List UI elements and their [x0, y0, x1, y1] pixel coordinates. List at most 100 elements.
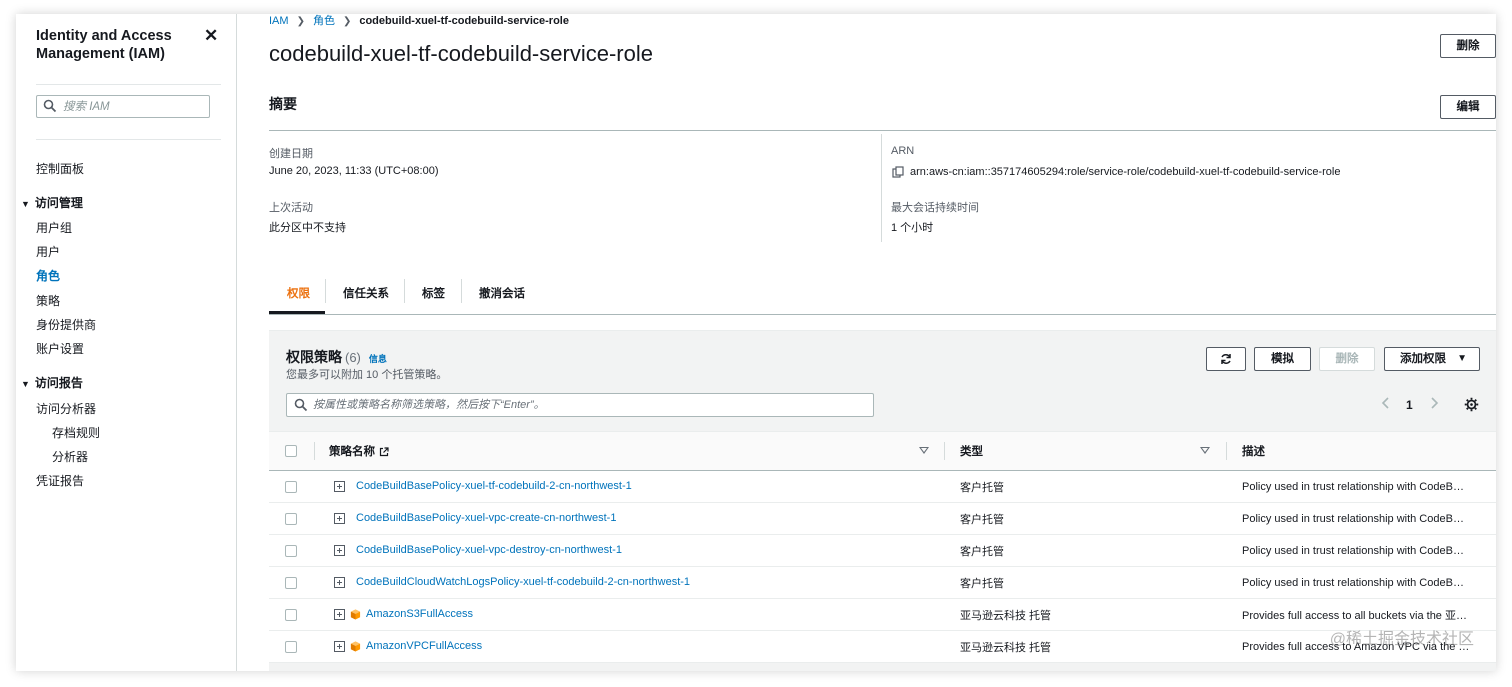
select-cell [269, 566, 314, 599]
breadcrumb-roles[interactable]: 角色 [313, 15, 335, 27]
expand-icon[interactable] [334, 641, 345, 653]
main-content: IAM ❯ 角色 ❯ codebuild-xuel-tf-codebuild-servi… [237, 14, 1496, 671]
arn-label: ARN [891, 145, 915, 157]
add-permissions-button[interactable]: 添加权限 ▼ [1384, 347, 1480, 371]
chevron-right-icon: ❯ [296, 16, 305, 27]
sidebar-title: Identity and Access Management (IAM) [36, 28, 172, 62]
iam-console-window: Identity and Access Management (IAM) ✕ 控… [16, 14, 1496, 671]
policies-table: 策略名称 类型 描述 CodeBuildBasePolicy-xuel-tf-c… [269, 431, 1496, 663]
policy-type-cell: 亚马逊云科技 托管 [944, 598, 1226, 631]
nav-archive-rules[interactable]: 存档规则 [52, 424, 100, 441]
policy-link[interactable]: CodeBuildBasePolicy-xuel-vpc-destroy-cn-… [356, 545, 622, 557]
policy-link[interactable]: CodeBuildCloudWatchLogsPolicy-xuel-tf-co… [356, 577, 690, 589]
created-value: June 20, 2023, 11:33 (UTC+08:00) [269, 165, 439, 177]
divider [944, 442, 945, 460]
refresh-button[interactable] [1206, 347, 1246, 371]
divider [269, 130, 1496, 131]
sort-icon[interactable] [919, 447, 929, 454]
sidebar: Identity and Access Management (IAM) ✕ 控… [16, 14, 237, 671]
sidebar-search-input[interactable] [63, 98, 203, 115]
expand-icon[interactable] [334, 577, 345, 589]
table-header-row: 策略名称 类型 描述 [269, 431, 1496, 471]
created-label: 创建日期 [269, 148, 313, 160]
policy-type-cell: 客户托管 [944, 470, 1226, 503]
nav-section-access-reports[interactable]: ▼ 访问报告 [21, 374, 83, 391]
delete-role-button[interactable]: 删除 [1440, 34, 1496, 58]
policy-link[interactable]: CodeBuildBasePolicy-xuel-tf-codebuild-2-… [356, 481, 632, 493]
divider [325, 279, 326, 303]
policy-filter-input[interactable] [313, 397, 863, 413]
tab-trust-relationships[interactable]: 信任关系 [343, 285, 389, 301]
edit-button[interactable]: 编辑 [1440, 95, 1496, 119]
copy-icon[interactable] [892, 166, 904, 178]
policies-subtitle: 您最多可以附加 10 个托管策略。 [286, 369, 448, 381]
policy-type: 客户托管 [960, 545, 1004, 558]
page-number[interactable]: 1 [1406, 398, 1413, 412]
policy-type: 亚马逊云科技 托管 [960, 641, 1052, 654]
chevron-right-icon[interactable] [1427, 395, 1441, 411]
info-link[interactable]: 信息 [369, 354, 387, 364]
breadcrumb: IAM ❯ 角色 ❯ codebuild-xuel-tf-codebuild-servi… [269, 14, 569, 28]
row-checkbox[interactable] [285, 608, 297, 621]
expand-icon[interactable] [334, 481, 345, 493]
nav-section-access-management[interactable]: ▼ 访问管理 [21, 194, 83, 211]
row-checkbox[interactable] [285, 576, 297, 589]
expand-icon[interactable] [334, 545, 345, 557]
policy-link[interactable]: CodeBuildBasePolicy-xuel-vpc-create-cn-n… [356, 513, 616, 525]
row-checkbox[interactable] [285, 544, 297, 557]
column-description[interactable]: 描述 [1226, 431, 1496, 471]
divider [881, 134, 882, 242]
sort-icon[interactable] [1200, 447, 1210, 454]
policy-type: 亚马逊云科技 托管 [960, 609, 1052, 622]
row-checkbox[interactable] [285, 480, 297, 493]
policy-filter[interactable] [286, 393, 874, 417]
nav-account-settings[interactable]: 账户设置 [36, 340, 84, 357]
caret-down-icon: ▼ [21, 199, 30, 209]
divider [461, 279, 462, 303]
nav-credential-report[interactable]: 凭证报告 [36, 472, 84, 489]
nav-users[interactable]: 用户 [36, 243, 60, 260]
policy-type-cell: 客户托管 [944, 566, 1226, 599]
column-type-label: 类型 [960, 446, 983, 458]
row-checkbox[interactable] [285, 512, 297, 525]
nav-analyzers[interactable]: 分析器 [52, 448, 88, 465]
remove-button[interactable]: 删除 [1319, 347, 1375, 371]
nav-dashboard[interactable]: 控制面板 [36, 160, 84, 177]
simulate-button[interactable]: 模拟 [1254, 347, 1311, 371]
policy-link[interactable]: AmazonVPCFullAccess [366, 641, 482, 653]
table-row: CodeBuildCloudWatchLogsPolicy-xuel-tf-co… [269, 566, 1496, 599]
column-type[interactable]: 类型 [944, 431, 1226, 471]
expand-icon[interactable] [334, 609, 345, 621]
chevron-left-icon[interactable] [1379, 395, 1393, 411]
expand-icon[interactable] [334, 513, 345, 525]
tab-permissions[interactable]: 权限 [287, 285, 310, 301]
nav-policies[interactable]: 策略 [36, 292, 60, 309]
policy-type: 客户托管 [960, 577, 1004, 590]
table-row: CodeBuildBasePolicy-xuel-vpc-destroy-cn-… [269, 534, 1496, 567]
nav-user-groups[interactable]: 用户组 [36, 219, 72, 236]
gear-icon[interactable] [1464, 397, 1479, 412]
nav-roles[interactable]: 角色 [36, 267, 60, 284]
divider [404, 279, 405, 303]
sidebar-search[interactable] [36, 95, 210, 118]
policies-title-text: 权限策略 [286, 349, 342, 365]
nav-identity-providers[interactable]: 身份提供商 [36, 316, 96, 333]
select-cell [269, 534, 314, 567]
select-all-checkbox[interactable] [285, 444, 297, 457]
chevron-right-icon: ❯ [342, 16, 352, 27]
row-checkbox[interactable] [285, 640, 297, 653]
column-policy-name[interactable]: 策略名称 [314, 431, 944, 471]
policy-link[interactable]: AmazonS3FullAccess [366, 609, 473, 621]
add-permissions-label: 添加权限 [1400, 353, 1446, 365]
policy-type-cell: 亚马逊云科技 托管 [944, 630, 1226, 663]
close-icon[interactable]: ✕ [204, 26, 218, 46]
breadcrumb-iam[interactable]: IAM [269, 15, 289, 27]
tab-revoke-sessions[interactable]: 撤消会话 [479, 285, 525, 301]
tab-tags[interactable]: 标签 [422, 285, 445, 301]
nav-section-label: 访问报告 [34, 376, 83, 390]
policy-type-cell: 客户托管 [944, 534, 1226, 567]
policy-description: Provides full access to all buckets via … [1242, 609, 1467, 622]
nav-access-analyzer[interactable]: 访问分析器 [36, 400, 96, 417]
policy-description: Policy used in trust relationship with C… [1242, 512, 1464, 525]
tab-bar: 权限 信任关系 标签 撤消会话 [269, 274, 1496, 315]
